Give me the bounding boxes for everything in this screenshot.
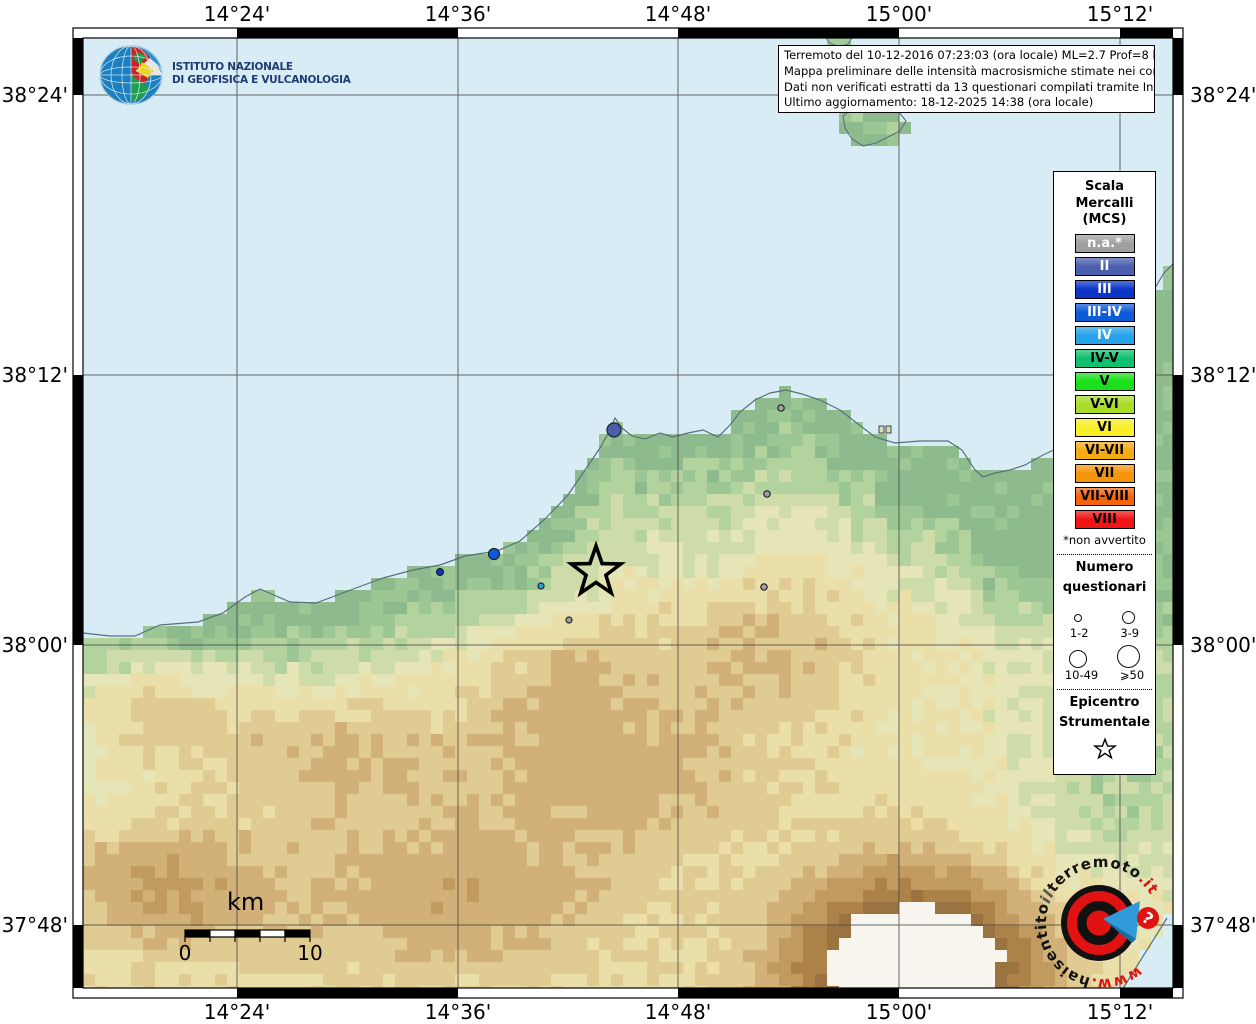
- epicenter-star-icon: [1054, 736, 1155, 765]
- mercalli-swatch-vii: VII: [1074, 463, 1135, 483]
- mercalli-scale-swatches: n.a.* II III III-IV IV IV-V V V-VI VI VI-VII VII VI…: [1054, 233, 1155, 529]
- bullseye-center-dot: [1086, 910, 1112, 936]
- haisentitoilterremoto-logo[interactable]: ? www.haisentitoilterremoto.it: [1027, 845, 1173, 1003]
- legend-separator-1: [1057, 553, 1152, 555]
- ingv-globe-icon: [98, 44, 164, 106]
- epicenter-title-line1: Epicentro: [1069, 694, 1140, 710]
- mercalli-swatch-vvi: V-VI: [1074, 394, 1135, 414]
- info-line-map: Mappa preliminare delle intensità macros…: [784, 63, 1155, 78]
- epicenter-title-line2: Strumentale: [1058, 714, 1151, 730]
- scalebar-unit-label: km: [227, 888, 265, 916]
- epicenter-legend-title: Epicentro Strumentale: [1054, 693, 1155, 733]
- mercalli-swatch-vi: VI: [1074, 417, 1135, 437]
- mercalli-swatch-ivv: IV-V: [1074, 348, 1135, 368]
- axis-label-left-3: 38°00': [1, 633, 68, 657]
- legend-title-line3: (MCS): [1082, 212, 1127, 227]
- info-line-event: Terremoto del 10-12-2016 07:23:03 (ora l…: [784, 48, 1155, 62]
- axis-label-right-4: 37°48': [1190, 913, 1256, 937]
- ingv-logo-text: ISTITUTO NAZIONALE DI GEOFISICA E VULCAN…: [172, 61, 351, 87]
- earthquake-info-box: Terremoto del 10-12-2016 07:23:03 (ora l…: [778, 45, 1155, 113]
- axis-label-left-4: 37°48': [1, 913, 68, 937]
- mercalli-swatch-viii: VIII: [1074, 509, 1135, 529]
- count-circle-10-49: [1069, 649, 1087, 668]
- count-label-50plus: ⩾50: [1119, 667, 1145, 682]
- axis-label-bottom-3: 14°48': [644, 1000, 712, 1024]
- mercalli-swatch-v: V: [1074, 371, 1135, 391]
- info-line-data: Dati non verificati estratti da 13 quest…: [784, 79, 1155, 94]
- legend-separator-2: [1057, 688, 1152, 690]
- count-circle-50plus: [1117, 644, 1140, 668]
- axis-label-top-2: 14°36': [424, 2, 492, 26]
- count-label-3-9: 3-9: [1120, 625, 1140, 640]
- axis-label-bottom-1: 14°24': [203, 1000, 271, 1024]
- scalebar-start-label: 0: [178, 941, 192, 965]
- axis-label-left-2: 38°12': [1, 363, 68, 387]
- axis-label-bottom-4: 15°00': [865, 1000, 933, 1024]
- mercalli-swatch-na: n.a.*: [1074, 233, 1135, 253]
- legend-title-line2: Mercalli: [1075, 195, 1134, 211]
- count-circle-1-2: [1074, 613, 1082, 622]
- info-line-updated: Ultimo aggiornamento: 18-12-2025 14:38 (…: [784, 95, 1094, 110]
- mercalli-swatch-iiiiv: III-IV: [1074, 302, 1135, 322]
- mercalli-swatch-ii: II: [1074, 256, 1135, 276]
- questionnaire-title-line1: Numero: [1075, 559, 1134, 575]
- scalebar-end-label: 10: [297, 941, 323, 965]
- axis-label-right-1: 38°24': [1190, 83, 1256, 107]
- count-label-10-49: 10-49: [1064, 667, 1099, 682]
- questionnaire-count-title: Numero questionari: [1054, 558, 1155, 598]
- axis-label-right-2: 38°12': [1190, 363, 1256, 387]
- mercalli-swatch-iv: IV: [1074, 325, 1135, 345]
- legend-title-line1: Scala: [1084, 179, 1125, 194]
- axis-label-top-4: 15°00': [865, 2, 933, 26]
- axis-label-top-3: 14°48': [644, 2, 712, 26]
- macroseismic-map-page: 14°24' 14°36' 14°48' 15°00' 15°12' 14°24…: [0, 0, 1256, 1024]
- axis-label-bottom-2: 14°36': [424, 1000, 492, 1024]
- axis-label-right-3: 38°00': [1190, 633, 1256, 657]
- ingv-logo-line1: ISTITUTO NAZIONALE: [172, 61, 293, 73]
- axis-label-top-5: 15°12': [1086, 2, 1154, 26]
- legend-title: Scala Mercalli (MCS): [1054, 179, 1155, 229]
- questionnaire-title-line2: questionari: [1062, 579, 1147, 595]
- axis-label-bottom-5: 15°12': [1086, 1000, 1154, 1024]
- mercalli-swatch-iii: III: [1074, 279, 1135, 299]
- legend-box: Scala Mercalli (MCS) n.a.* II III III-IV IV I…: [1053, 171, 1156, 775]
- count-label-1-2: 1-2: [1069, 625, 1089, 640]
- axis-label-top-1: 14°24': [203, 2, 271, 26]
- ingv-logo-line2: DI GEOFISICA E VULCANOLOGIA: [172, 74, 351, 86]
- mercalli-swatch-vivii: VI-VII: [1074, 440, 1135, 460]
- mercalli-swatch-viiviii: VII-VIII: [1074, 486, 1135, 506]
- count-circle-3-9: [1122, 610, 1135, 624]
- legend-footnote: *non avvertito: [1063, 532, 1146, 547]
- axis-label-left-1: 38°24': [1, 83, 68, 107]
